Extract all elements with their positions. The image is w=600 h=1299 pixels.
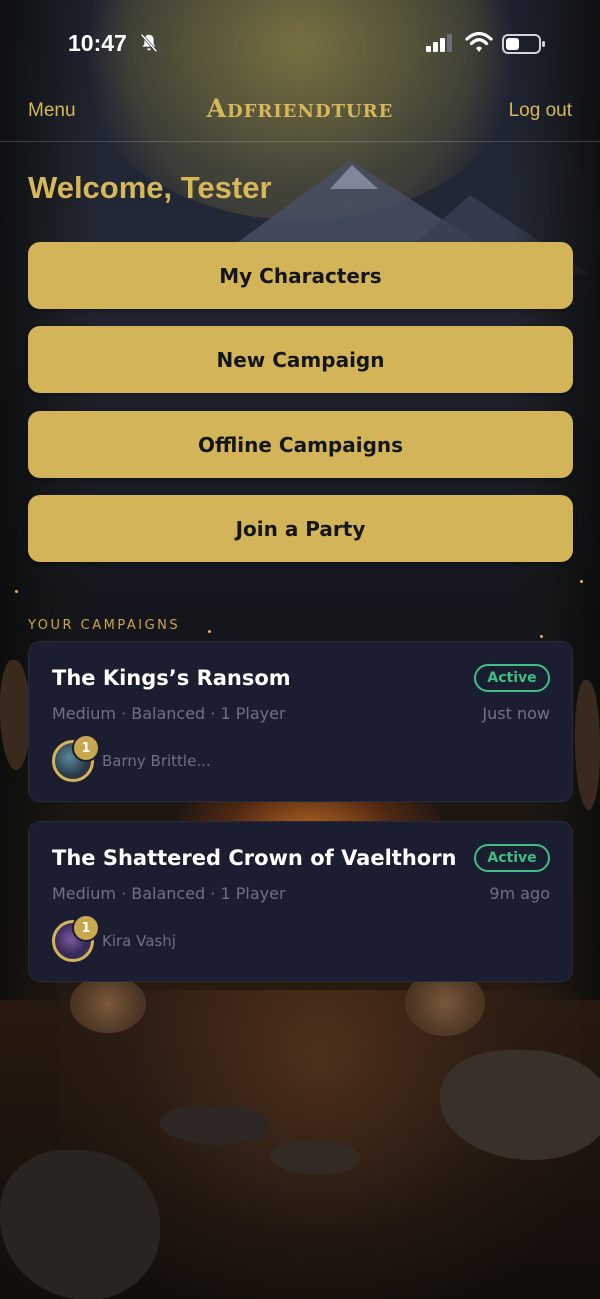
ember xyxy=(208,630,211,633)
new-campaign-button[interactable]: New Campaign xyxy=(28,326,573,393)
rock xyxy=(0,660,30,770)
my-characters-button[interactable]: My Characters xyxy=(28,242,573,309)
status-bar: 10:47 xyxy=(0,0,600,88)
status-badge: Active xyxy=(474,844,550,872)
campaigns-section-label: YOUR CAMPAIGNS xyxy=(28,618,181,633)
logout-button[interactable]: Log out xyxy=(509,100,572,122)
status-time: 10:47 xyxy=(68,30,127,56)
bell-off-icon xyxy=(140,33,158,53)
campaign-card[interactable]: The Kings’s Ransom Active Medium · Balan… xyxy=(28,641,573,802)
signal-icon xyxy=(426,34,452,52)
battery-icon xyxy=(502,34,545,54)
player-name: Kira Vashj xyxy=(102,932,176,950)
welcome-heading: Welcome, Tester xyxy=(28,170,272,205)
status-badge: Active xyxy=(474,664,550,692)
ember xyxy=(540,635,543,638)
campaign-card[interactable]: The Shattered Crown of Vaelthorn Active … xyxy=(28,821,573,982)
offline-campaigns-button[interactable]: Offline Campaigns xyxy=(28,411,573,478)
campaign-title: The Kings’s Ransom xyxy=(52,666,291,690)
campaign-meta: Medium · Balanced · 1 Player xyxy=(52,884,286,903)
wifi-icon xyxy=(465,31,493,52)
mountain-snowcap xyxy=(330,165,378,189)
ember xyxy=(15,590,18,593)
ember xyxy=(580,580,583,583)
join-party-button[interactable]: Join a Party xyxy=(28,495,573,562)
player-count-badge: 1 xyxy=(72,734,100,762)
rock xyxy=(575,680,600,810)
campaign-meta: Medium · Balanced · 1 Player xyxy=(52,704,286,723)
app-header: Menu Adfriendture Log out xyxy=(0,88,600,142)
player-name: Barny Brittle... xyxy=(102,752,211,770)
campaign-updated-time: 9m ago xyxy=(489,884,550,903)
campaign-updated-time: Just now xyxy=(482,704,550,723)
campaign-title: The Shattered Crown of Vaelthorn xyxy=(52,846,457,870)
player-count-badge: 1 xyxy=(72,914,100,942)
log-left xyxy=(70,975,146,1033)
